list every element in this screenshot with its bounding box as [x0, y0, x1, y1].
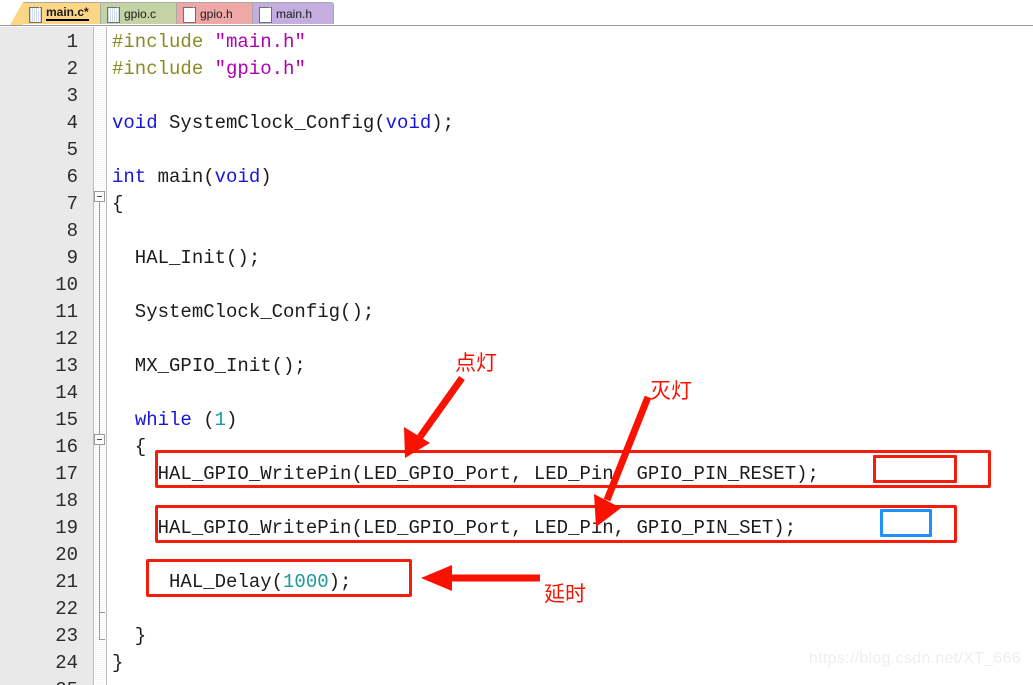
code-line[interactable]: HAL_Init(); — [112, 245, 260, 272]
tab-gpio-c[interactable]: gpio.c — [100, 2, 180, 24]
tab-main-c-label: main.c* — [46, 5, 89, 21]
document-icon — [183, 6, 196, 23]
code-line[interactable]: #include "gpio.h" — [112, 56, 306, 83]
document-icon — [259, 6, 272, 23]
fold-marker-line-16[interactable] — [94, 434, 105, 445]
code-token: int — [112, 166, 147, 188]
code-token: void — [214, 166, 261, 188]
code-lines[interactable]: #include "main.h" #include "gpio.h" void S… — [0, 27, 1033, 685]
code-token: 1 — [214, 409, 227, 431]
tab-main-c[interactable]: main.c* — [10, 2, 104, 25]
code-token: "gpio.h" — [214, 58, 306, 80]
code-token: MX_GPIO_Init(); — [112, 355, 306, 377]
code-token: while — [134, 409, 192, 431]
code-token: { — [112, 193, 124, 215]
code-line[interactable]: HAL_Delay(1000); — [112, 569, 351, 596]
tab-gpio-c-label: gpio.c — [124, 6, 157, 21]
code-line[interactable]: while (1) — [112, 407, 238, 434]
code-token: } — [112, 652, 124, 674]
code-token: void — [385, 112, 432, 134]
code-line[interactable]: } — [112, 650, 123, 677]
code-line[interactable]: HAL_GPIO_WritePin(LED_GPIO_Port, LED_Pin… — [112, 461, 819, 488]
fold-end-line-24 — [99, 639, 105, 640]
code-token: HAL_GPIO_WritePin(LED_GPIO_Port, LED_Pin… — [112, 517, 797, 539]
code-token: ); — [328, 571, 352, 593]
code-token: main( — [146, 166, 215, 188]
editor-tab-bar: main.c* gpio.c gpio.h main.h — [0, 0, 1033, 26]
code-token: ( — [191, 409, 215, 431]
code-token: HAL_Init(); — [112, 247, 261, 269]
document-icon — [107, 6, 120, 23]
code-token: ) — [226, 409, 238, 431]
tab-gpio-h[interactable]: gpio.h — [176, 2, 256, 24]
code-line[interactable]: MX_GPIO_Init(); — [112, 353, 306, 380]
code-token: { — [112, 436, 147, 458]
code-token: SystemClock_Config(); — [112, 301, 375, 323]
code-editor[interactable]: 1234567891011121314151617181920212223242… — [0, 27, 1033, 685]
code-token: } — [112, 625, 147, 647]
document-icon — [29, 6, 42, 23]
code-token: SystemClock_Config( — [157, 112, 386, 134]
code-token: "main.h" — [214, 31, 306, 53]
code-token: ); — [431, 112, 455, 134]
fold-end-line-23 — [99, 612, 105, 613]
code-token: #include — [112, 58, 215, 80]
fold-guide-while — [99, 445, 100, 612]
code-line[interactable]: SystemClock_Config(); — [112, 299, 374, 326]
watermark: https://blog.csdn.net/XT_666 — [808, 650, 1021, 667]
code-token: #include — [112, 31, 215, 53]
code-token: HAL_Delay( — [112, 571, 284, 593]
code-token: 1000 — [283, 571, 329, 593]
fold-marker-line-7[interactable] — [94, 191, 105, 202]
code-line[interactable]: HAL_GPIO_WritePin(LED_GPIO_Port, LED_Pin… — [112, 515, 797, 542]
code-line[interactable]: } — [112, 623, 146, 650]
code-line[interactable]: void SystemClock_Config(void); — [112, 110, 454, 137]
code-line[interactable]: int main(void) — [112, 164, 272, 191]
code-line[interactable]: { — [112, 434, 146, 461]
tab-gpio-h-label: gpio.h — [200, 6, 233, 21]
code-token: ) — [260, 166, 272, 188]
tab-main-h-label: main.h — [276, 6, 313, 21]
code-line[interactable]: #include "main.h" — [112, 29, 306, 56]
code-token: HAL_GPIO_WritePin(LED_GPIO_Port, LED_Pin… — [112, 463, 819, 485]
tab-main-h[interactable]: main.h — [252, 2, 334, 24]
code-token: void — [112, 112, 158, 134]
code-line[interactable]: { — [112, 191, 123, 218]
